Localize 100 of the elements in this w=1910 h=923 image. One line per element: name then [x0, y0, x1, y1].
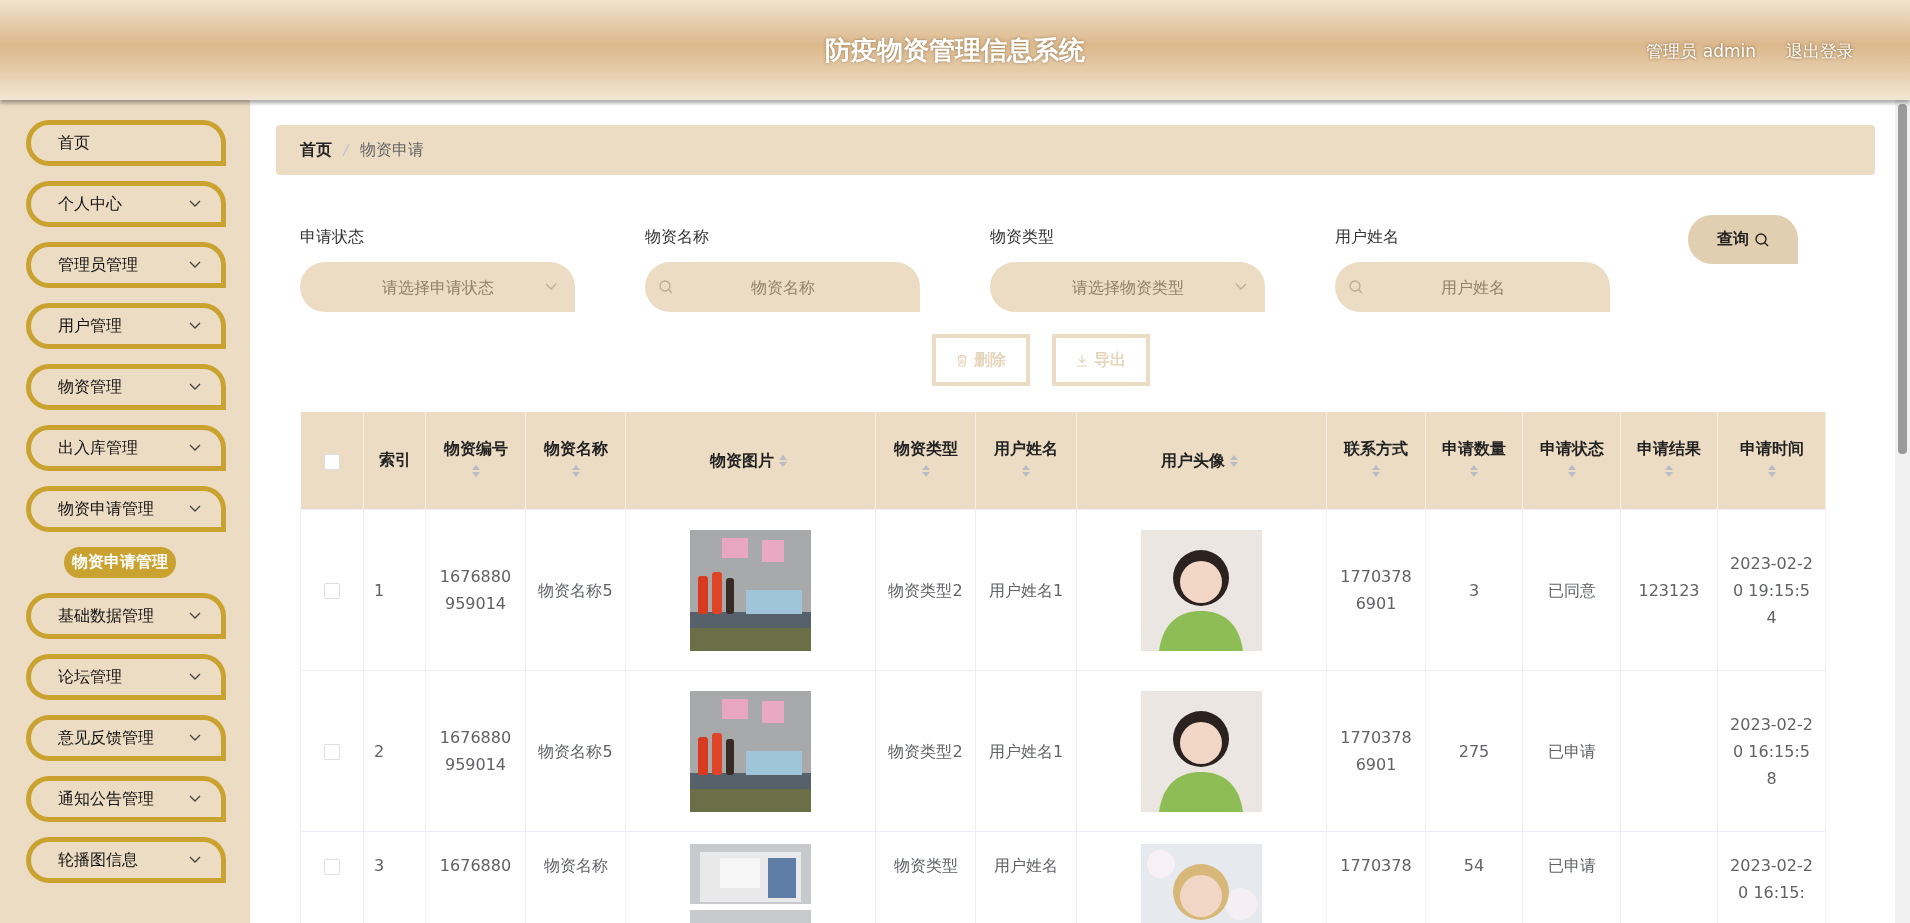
table-cell: 3 [1468, 580, 1480, 600]
menu-item[interactable]: 个人中心 [26, 181, 226, 227]
column-header: 申请结果 [1637, 439, 1701, 458]
menu-item[interactable]: 意见反馈管理 [26, 715, 226, 761]
menu-item[interactable]: 物资申请管理 [26, 486, 226, 532]
menu-item[interactable]: 出入库管理 [26, 425, 226, 471]
table-cell: 物资类型2 [888, 580, 963, 600]
filter-label: 申请状态 [300, 227, 365, 248]
sort-icon[interactable] [470, 464, 481, 478]
search-icon [659, 280, 673, 294]
menu-item[interactable]: 基础数据管理 [26, 593, 226, 639]
menu-item[interactable]: 首页 [26, 120, 226, 166]
row-checkbox[interactable] [324, 583, 340, 599]
app-title: 防疫物资管理信息系统 [825, 33, 1085, 67]
menu-item[interactable]: 轮播图信息 [26, 837, 226, 883]
table-cell: 物资名称5 [538, 580, 613, 600]
table-cell: 1676880959014 [439, 567, 512, 613]
table-cell: 2023-02-20 19:15:54 [1730, 553, 1813, 627]
column-header: 物资名称 [543, 439, 608, 458]
table-cell: 1770378 [1340, 856, 1412, 875]
table-cell: 已同意 [1547, 580, 1596, 600]
table-cell: 1676880 [439, 856, 512, 875]
table-cell: 2023-02-20 16:15:58 [1730, 714, 1813, 788]
menu-item[interactable]: 物资管理 [26, 364, 226, 410]
chevron-icon [189, 505, 201, 513]
column-header: 联系方式 [1344, 439, 1408, 458]
search-field[interactable]: 用户姓名 [1335, 262, 1610, 312]
table-cell: 已申请 [1547, 741, 1596, 761]
table-cell: 用户姓名1 [988, 580, 1064, 600]
select-field[interactable]: 请选择申请状态 [300, 262, 575, 312]
menu-item[interactable]: 论坛管理 [26, 654, 226, 700]
table-cell: 275 [1458, 741, 1490, 761]
sort-icon[interactable] [1766, 464, 1777, 478]
search-icon [1755, 232, 1769, 247]
row-checkbox[interactable] [324, 744, 340, 760]
sort-icon[interactable] [777, 453, 788, 468]
breadcrumb-item: 物资申请 [360, 139, 424, 161]
table-cell: 用户姓名 [994, 856, 1058, 875]
filter-label: 物资名称 [645, 227, 710, 248]
chevron-icon [189, 200, 201, 208]
table-cell: 17703786901 [1340, 728, 1412, 774]
chevron-icon [189, 383, 201, 391]
sort-icon[interactable] [1228, 453, 1239, 468]
breadcrumb-item[interactable]: 首页 [300, 139, 332, 161]
row-checkbox[interactable] [324, 858, 340, 875]
search-field[interactable]: 物资名称 [645, 262, 920, 312]
column-header: 用户姓名 [994, 439, 1058, 458]
chevron-icon [189, 261, 201, 269]
chevron-icon [189, 322, 201, 330]
chevron-icon [189, 856, 201, 864]
table-cell: 1676880959014 [439, 728, 512, 774]
separator-icon [342, 143, 350, 157]
menu-item[interactable]: 用户管理 [26, 303, 226, 349]
table-cell: 2 [374, 741, 385, 761]
table-cell: 2023-02-20 16:15: [1730, 856, 1813, 902]
column-header: 申请时间 [1739, 439, 1804, 458]
table-cell: 3 [374, 856, 385, 875]
table-cell: 物资名称 [543, 856, 608, 875]
sort-icon[interactable] [1469, 464, 1479, 478]
filter-label: 物资类型 [990, 227, 1055, 248]
scrollbar[interactable] [1895, 100, 1910, 923]
table-cell: 123123 [1638, 580, 1700, 600]
column-header: 物资编号 [443, 439, 508, 458]
menu-item[interactable]: 管理员管理 [26, 242, 226, 288]
trash-icon [955, 353, 968, 367]
sort-icon[interactable] [920, 464, 931, 478]
select-field[interactable]: 请选择物资类型 [990, 262, 1265, 312]
menu-item[interactable]: 通知公告管理 [26, 776, 226, 822]
column-header: 索引 [378, 450, 411, 469]
select-all-checkbox[interactable] [323, 453, 340, 470]
table-cell: 物资类型 [893, 856, 958, 875]
chevron-icon [189, 734, 201, 742]
sort-icon[interactable] [1371, 464, 1381, 478]
search-icon [1349, 280, 1363, 294]
sort-icon[interactable] [1021, 464, 1031, 478]
sort-icon[interactable] [1664, 464, 1674, 478]
chevron-icon [189, 444, 201, 452]
table-cell: 17703786901 [1340, 567, 1412, 613]
admin-label: 管理员 admin [1646, 40, 1756, 63]
table-cell: 物资名称5 [538, 741, 613, 761]
sort-icon[interactable] [1566, 464, 1577, 478]
column-header: 用户头像 [1160, 450, 1225, 469]
query-button[interactable]: 查询 [1688, 215, 1798, 264]
column-header: 申请状态 [1539, 439, 1604, 458]
chevron-icon [189, 673, 201, 681]
column-header: 物资类型 [893, 439, 958, 458]
table-cell: 物资类型2 [888, 741, 963, 761]
chevron-icon [545, 283, 557, 291]
chevron-icon [1235, 283, 1247, 291]
download-icon [1075, 353, 1088, 367]
column-header: 物资图片 [709, 450, 774, 469]
table-cell: 54 [1463, 856, 1485, 875]
column-header: 申请数量 [1442, 439, 1506, 458]
table-cell: 1 [374, 580, 385, 600]
table-cell: 用户姓名1 [988, 741, 1064, 761]
chevron-icon [189, 795, 201, 803]
sort-icon[interactable] [570, 464, 581, 478]
chevron-icon [189, 612, 201, 620]
filter-label: 用户姓名 [1335, 227, 1400, 248]
table-cell: 已申请 [1547, 856, 1596, 875]
